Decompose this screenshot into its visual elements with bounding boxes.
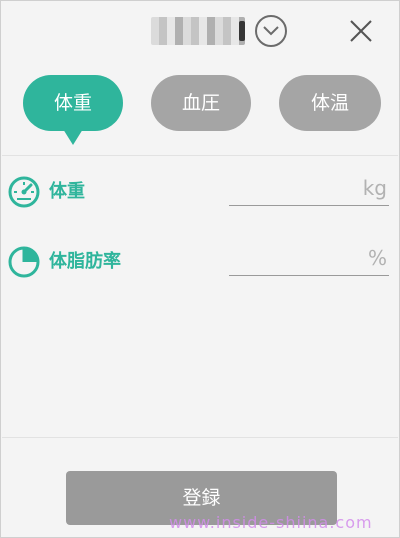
- weight-row: 体重 kg: [1, 175, 399, 235]
- chevron-down-circle-icon[interactable]: [255, 15, 287, 47]
- weight-unit: kg: [362, 176, 387, 200]
- gauge-icon: [7, 175, 41, 209]
- close-icon[interactable]: [347, 17, 375, 45]
- user-name-blurred[interactable]: [151, 17, 245, 45]
- divider: [2, 437, 398, 438]
- tab-weight[interactable]: 体重: [23, 75, 123, 145]
- weight-label: 体重: [49, 181, 85, 202]
- body-fat-input[interactable]: [229, 249, 389, 276]
- pie-chart-icon: [7, 245, 41, 279]
- body-fat-unit: %: [367, 246, 387, 270]
- tab-body-temperature[interactable]: 体温: [279, 75, 381, 131]
- divider: [2, 155, 398, 156]
- app-window: 体重 血圧 体温 体重 kg 体脂肪率 % 登録 www.inside-shii…: [0, 0, 400, 538]
- header: [1, 1, 399, 65]
- tab-blood-pressure[interactable]: 血圧: [151, 75, 251, 131]
- watermark: www.inside-shiina.com: [169, 513, 373, 532]
- body-fat-row: 体脂肪率 %: [1, 245, 399, 305]
- tab-bar: 体重 血圧 体温: [1, 75, 399, 145]
- body-fat-label: 体脂肪率: [49, 251, 121, 272]
